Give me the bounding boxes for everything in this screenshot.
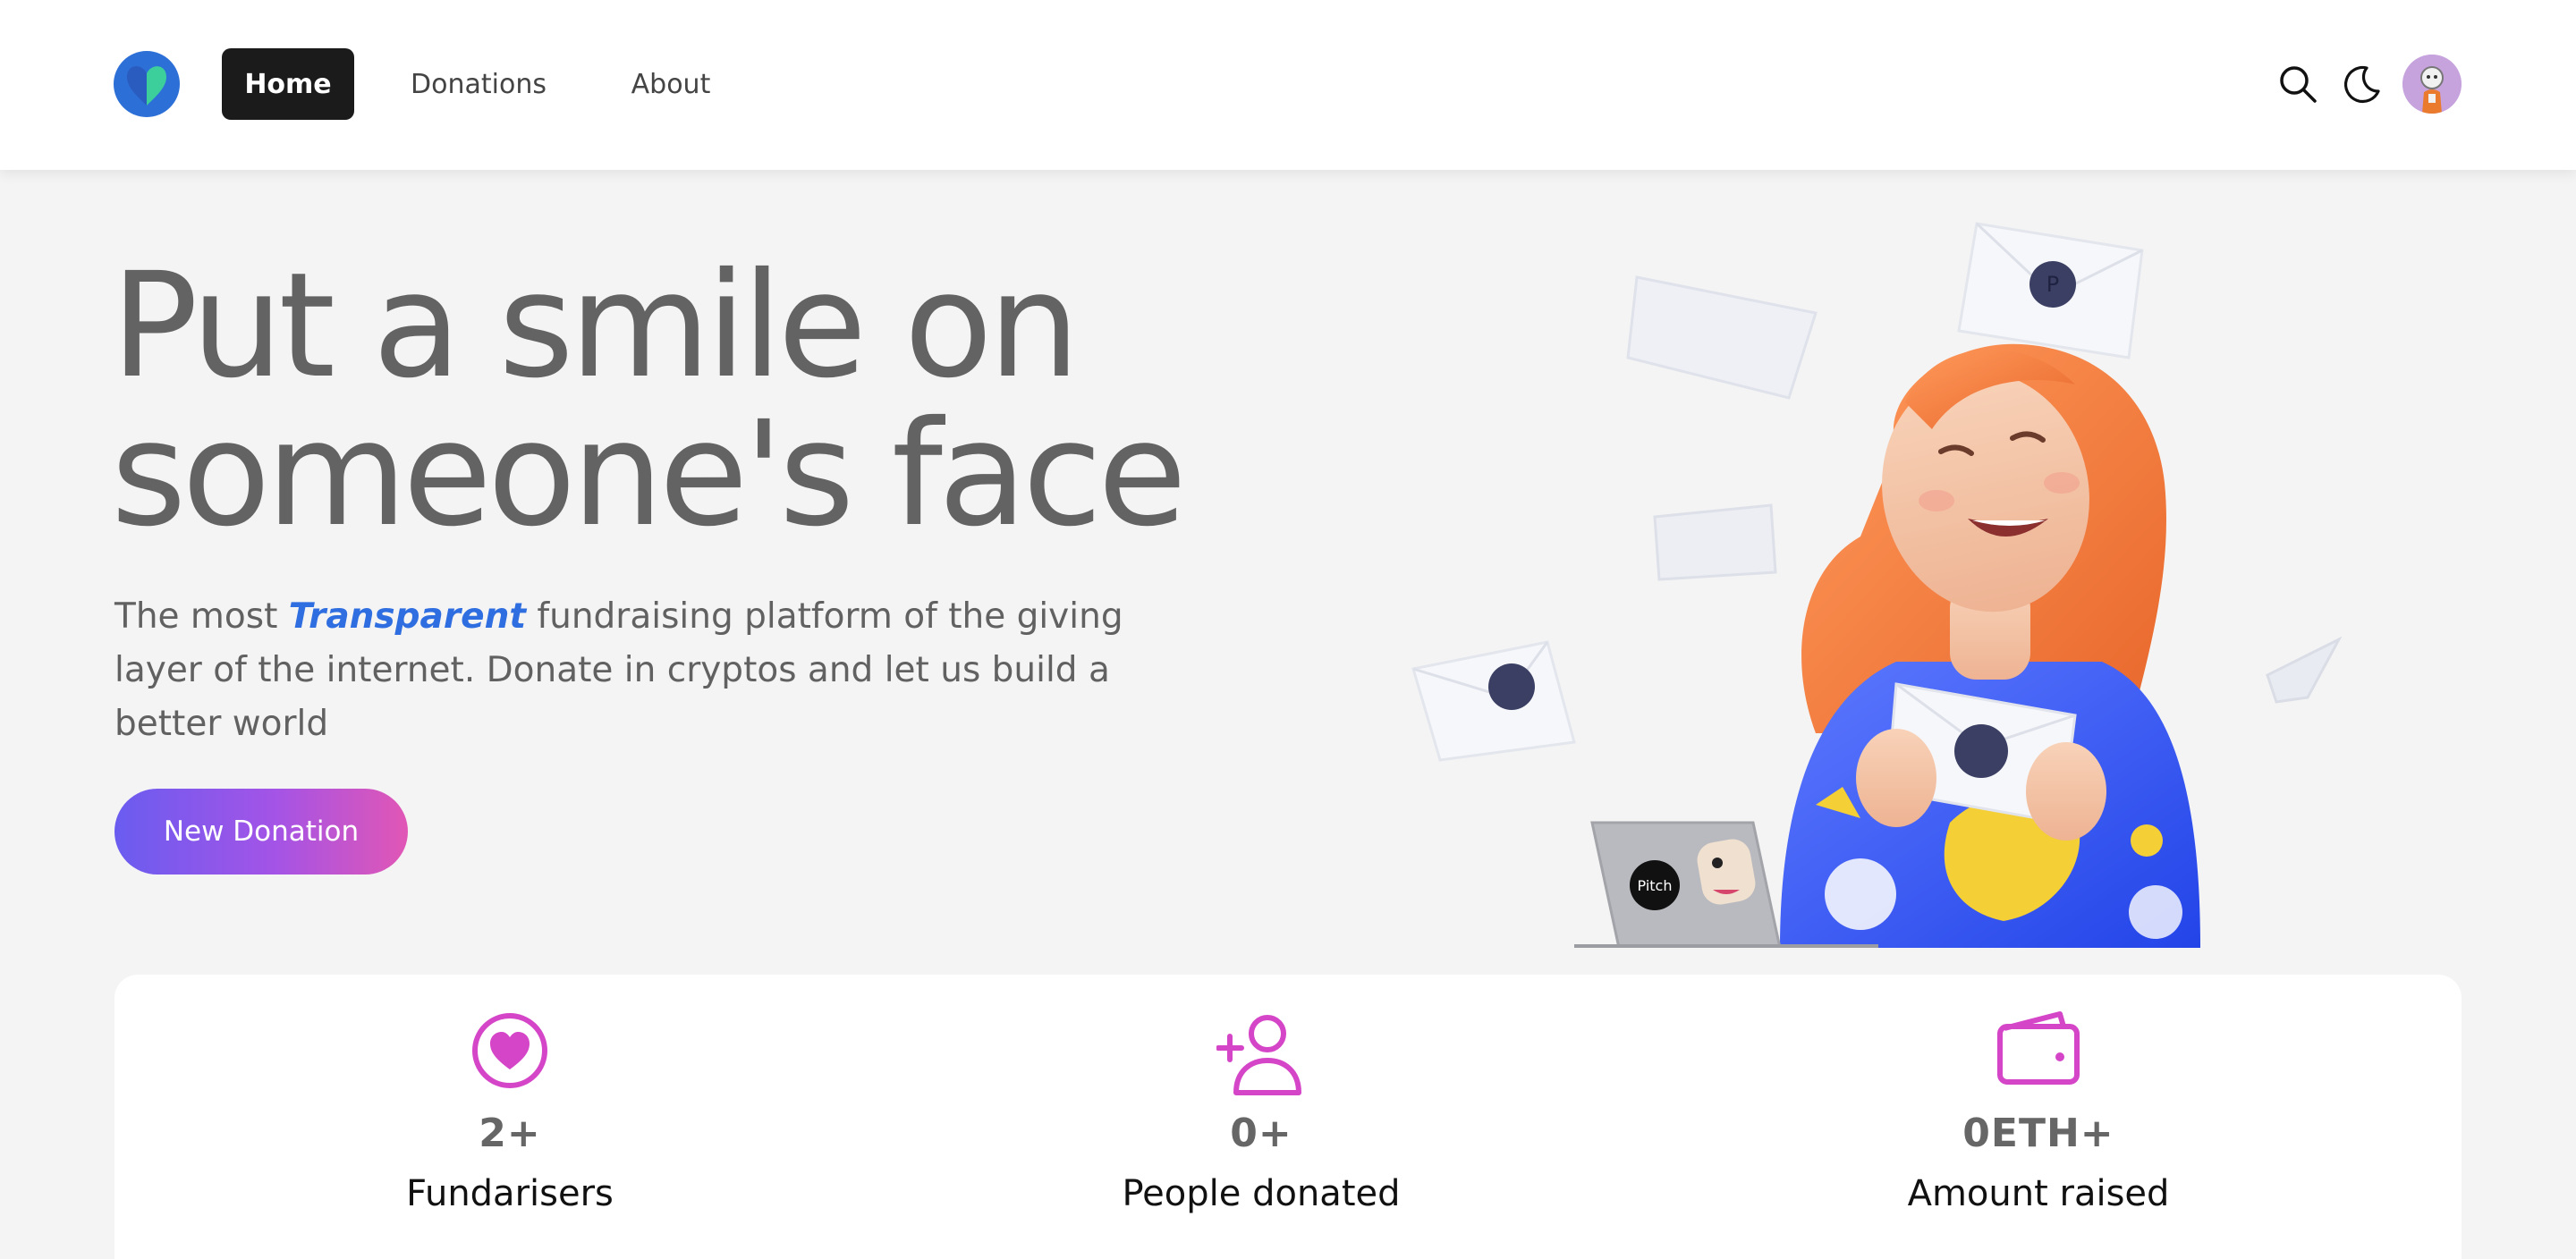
hero-subtitle: The most Transparent fundraising platfor… bbox=[114, 590, 1188, 751]
new-donation-button[interactable]: New Donation bbox=[114, 789, 408, 875]
nav-about-link[interactable]: About bbox=[608, 48, 733, 120]
nav-home-link[interactable]: Home bbox=[222, 48, 354, 120]
subtitle-prefix: The most bbox=[114, 596, 289, 637]
hero-title-line-2: someone's face bbox=[111, 391, 1187, 559]
floating-envelope-2 bbox=[1411, 640, 1576, 762]
stat-people-donated: 0+ People donated bbox=[1073, 975, 1449, 1259]
stat-value: 2+ bbox=[479, 1111, 541, 1156]
search-icon[interactable] bbox=[2276, 63, 2319, 106]
stat-fundraisers: 2+ Fundarisers bbox=[322, 975, 698, 1259]
hero-title: Put a smile on someone's face bbox=[111, 252, 1363, 549]
hero-illustration: P Pitch bbox=[1411, 222, 2343, 948]
avatar-astronaut-icon bbox=[2402, 55, 2462, 114]
hero-title-line-1: Put a smile on bbox=[111, 242, 1080, 410]
stat-label: People donated bbox=[1122, 1173, 1401, 1214]
laptop-sticker-text: Pitch bbox=[1638, 877, 1673, 894]
floating-paper-1 bbox=[1626, 275, 1818, 400]
wallet-icon bbox=[1997, 1011, 2080, 1085]
svg-text:P: P bbox=[2046, 272, 2059, 297]
logo-heart-icon[interactable] bbox=[113, 50, 181, 118]
moon-icon[interactable] bbox=[2340, 63, 2383, 106]
stats-panel: 2+ Fundarisers 0+ People donated 0ETH+ A… bbox=[114, 975, 2462, 1259]
stat-amount-raised: 0ETH+ Amount raised bbox=[1851, 975, 2226, 1259]
stat-label: Amount raised bbox=[1907, 1173, 2170, 1214]
user-plus-icon bbox=[1216, 1015, 1301, 1095]
floating-paper-2 bbox=[1653, 503, 1777, 581]
subtitle-highlight: Transparent bbox=[288, 596, 526, 637]
heart-circle-icon bbox=[472, 1013, 547, 1088]
floating-envelope-1: P bbox=[1957, 222, 2144, 359]
stat-label: Fundarisers bbox=[406, 1173, 614, 1214]
floating-paper-3 bbox=[2266, 636, 2343, 704]
stat-value: 0ETH+ bbox=[1962, 1111, 2114, 1156]
nav-donations-link[interactable]: Donations bbox=[394, 48, 564, 120]
avatar[interactable] bbox=[2402, 55, 2462, 114]
navbar: Home Donations About bbox=[0, 0, 2576, 170]
stat-value: 0+ bbox=[1230, 1111, 1292, 1156]
